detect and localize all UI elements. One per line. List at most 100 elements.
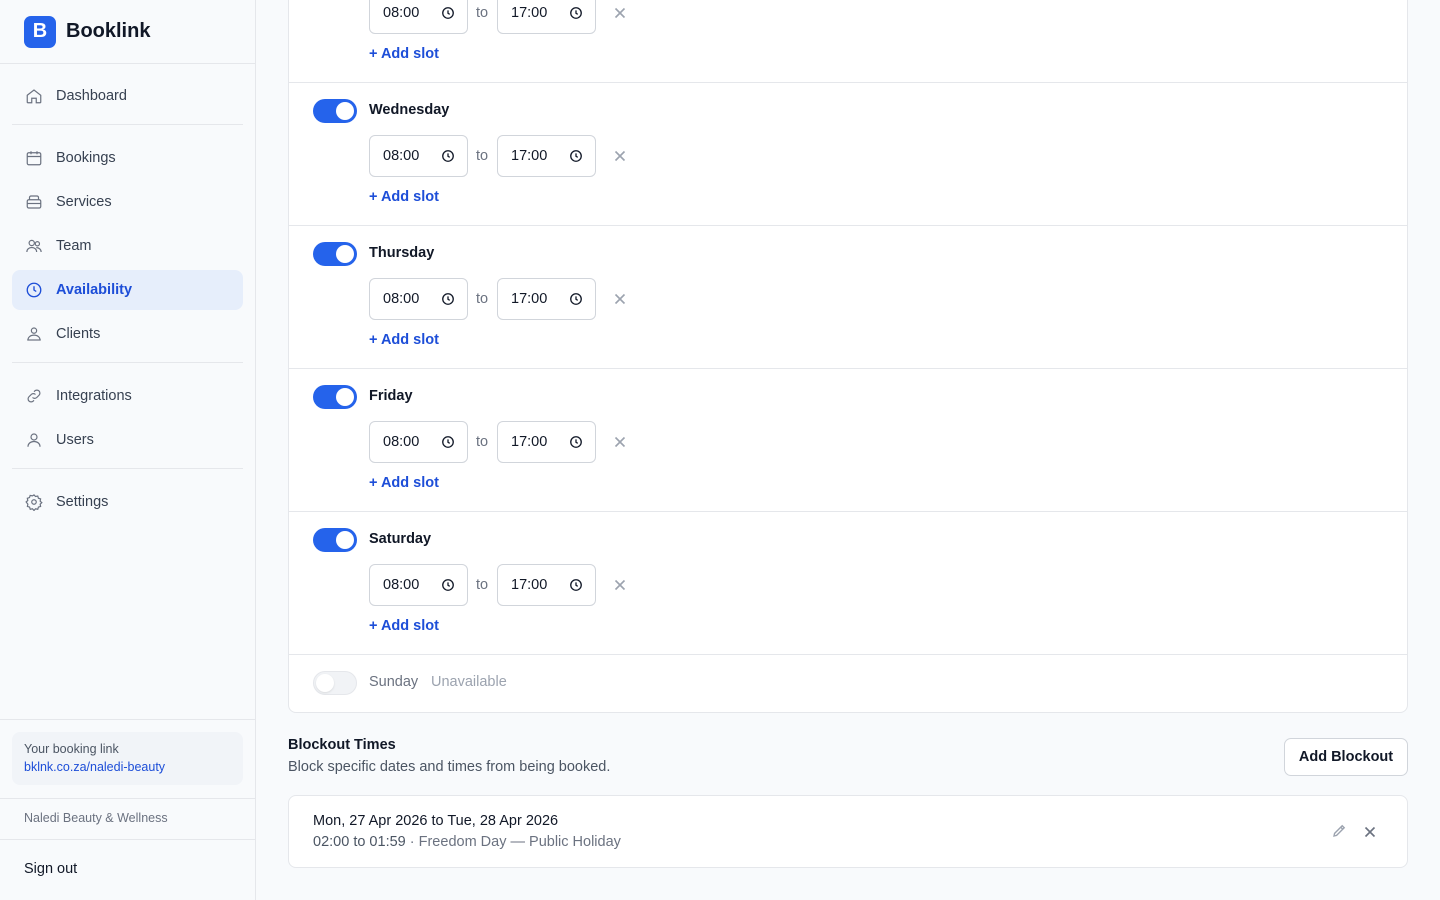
blockout-title: Blockout Times bbox=[288, 737, 396, 753]
link-icon bbox=[24, 386, 44, 406]
add-slot-button[interactable]: + Add slot bbox=[369, 475, 439, 491]
to-label: to bbox=[476, 434, 489, 450]
nav-divider bbox=[12, 362, 243, 363]
sidebar-item-label: Integrations bbox=[56, 388, 132, 404]
weekly-hours-card bbox=[288, 0, 1408, 713]
day-row-divider bbox=[289, 225, 1407, 226]
clock-icon bbox=[570, 150, 582, 162]
booking-link-url[interactable]: bklnk.co.za/naledi-beauty bbox=[24, 760, 231, 774]
sidebar-item-label: Settings bbox=[56, 494, 109, 510]
end-time-input[interactable]: 17:00 bbox=[497, 278, 596, 320]
day-label: Friday bbox=[369, 388, 413, 404]
day-toggle[interactable] bbox=[313, 385, 357, 409]
blockout-note: Freedom Day — Public Holiday bbox=[418, 834, 621, 850]
sidebar-divider bbox=[0, 719, 255, 720]
start-time-input[interactable]: 08:00 bbox=[369, 0, 468, 34]
delete-icon[interactable] bbox=[1362, 824, 1378, 840]
add-slot-button[interactable]: + Add slot bbox=[369, 189, 439, 205]
clients-icon bbox=[24, 324, 44, 344]
end-time-input[interactable]: 17:00 bbox=[497, 0, 596, 34]
blockout-details: 02:00 to 01:59 · Freedom Day — Public Ho… bbox=[313, 834, 621, 850]
org-name: Naledi Beauty & Wellness bbox=[24, 811, 168, 825]
end-time-input[interactable]: 17:00 bbox=[497, 135, 596, 177]
sidebar-item-users[interactable]: Users bbox=[12, 420, 243, 460]
sidebar-nav: Dashboard Bookings Services Team Availab… bbox=[0, 64, 255, 522]
end-time-value: 17:00 bbox=[511, 291, 548, 307]
team-icon bbox=[24, 236, 44, 256]
to-label: to bbox=[476, 148, 489, 164]
sign-out-link[interactable]: Sign out bbox=[24, 861, 77, 877]
booking-link-label: Your booking link bbox=[24, 742, 119, 756]
booking-link-box: Your booking link bklnk.co.za/naledi-bea… bbox=[12, 732, 243, 785]
brand-name[interactable]: Booklink bbox=[66, 20, 150, 43]
blockout-item: Mon, 27 Apr 2026 to Tue, 28 Apr 2026 02:… bbox=[288, 795, 1408, 868]
blockout-date-range: Mon, 27 Apr 2026 to Tue, 28 Apr 2026 bbox=[313, 813, 559, 829]
user-icon bbox=[24, 430, 44, 450]
calendar-icon bbox=[24, 148, 44, 168]
end-time-value: 17:00 bbox=[511, 577, 548, 593]
blockout-separator: · bbox=[405, 834, 419, 850]
clock-icon bbox=[570, 293, 582, 305]
day-row-divider bbox=[289, 82, 1407, 83]
add-blockout-button[interactable]: Add Blockout bbox=[1284, 738, 1408, 776]
clock-icon bbox=[442, 293, 454, 305]
start-time-input[interactable]: 08:00 bbox=[369, 278, 468, 320]
clock-icon bbox=[570, 436, 582, 448]
clock-icon bbox=[442, 436, 454, 448]
sidebar-item-label: Team bbox=[56, 238, 92, 254]
edit-icon[interactable] bbox=[1331, 823, 1347, 839]
start-time-input[interactable]: 08:00 bbox=[369, 421, 468, 463]
to-label: to bbox=[476, 291, 489, 307]
sidebar-item-clients[interactable]: Clients bbox=[12, 314, 243, 354]
sidebar-item-team[interactable]: Team bbox=[12, 226, 243, 266]
day-toggle[interactable] bbox=[313, 242, 357, 266]
remove-slot-icon[interactable] bbox=[612, 148, 628, 164]
sidebar-item-dashboard[interactable]: Dashboard bbox=[12, 76, 243, 116]
day-label: Saturday bbox=[369, 531, 432, 547]
start-time-input[interactable]: 08:00 bbox=[369, 564, 468, 606]
sidebar-item-label: Clients bbox=[56, 326, 101, 342]
end-time-input[interactable]: 17:00 bbox=[497, 564, 596, 606]
nav-divider bbox=[12, 124, 243, 125]
end-time-value: 17:00 bbox=[511, 148, 548, 164]
blockout-times: 02:00 to 01:59 bbox=[313, 834, 406, 850]
start-time-value: 08:00 bbox=[383, 148, 420, 164]
day-row-divider bbox=[289, 511, 1407, 512]
briefcase-icon bbox=[24, 192, 44, 212]
end-time-value: 17:00 bbox=[511, 434, 548, 450]
end-time-input[interactable]: 17:00 bbox=[497, 421, 596, 463]
sidebar-item-integrations[interactable]: Integrations bbox=[12, 376, 243, 416]
remove-slot-icon[interactable] bbox=[612, 577, 628, 593]
brand: B Booklink bbox=[0, 0, 255, 64]
add-slot-button[interactable]: + Add slot bbox=[369, 332, 439, 348]
day-toggle[interactable] bbox=[313, 671, 357, 695]
start-time-value: 08:00 bbox=[383, 291, 420, 307]
home-icon bbox=[24, 86, 44, 106]
sidebar-item-bookings[interactable]: Bookings bbox=[12, 138, 243, 178]
remove-slot-icon[interactable] bbox=[612, 434, 628, 450]
day-row-divider bbox=[289, 368, 1407, 369]
clock-icon bbox=[570, 579, 582, 591]
day-toggle[interactable] bbox=[313, 99, 357, 123]
sidebar-item-label: Bookings bbox=[56, 150, 116, 166]
sidebar-item-availability[interactable]: Availability bbox=[12, 270, 243, 310]
to-label: to bbox=[476, 5, 489, 21]
day-toggle[interactable] bbox=[313, 528, 357, 552]
clock-icon bbox=[24, 280, 44, 300]
add-slot-button[interactable]: + Add slot bbox=[369, 46, 439, 62]
remove-slot-icon[interactable] bbox=[612, 5, 628, 21]
sidebar-item-label: Services bbox=[56, 194, 112, 210]
sidebar: B Booklink Dashboard Bookings Services T… bbox=[0, 0, 256, 900]
unavailable-label: Unavailable bbox=[431, 674, 507, 690]
brand-logo[interactable]: B bbox=[24, 15, 56, 48]
sidebar-item-services[interactable]: Services bbox=[12, 182, 243, 222]
start-time-value: 08:00 bbox=[383, 5, 420, 21]
day-label: Sunday bbox=[369, 674, 419, 690]
start-time-input[interactable]: 08:00 bbox=[369, 135, 468, 177]
sidebar-divider bbox=[0, 839, 255, 840]
sidebar-item-settings[interactable]: Settings bbox=[12, 482, 243, 522]
remove-slot-icon[interactable] bbox=[612, 291, 628, 307]
day-label: Thursday bbox=[369, 245, 435, 261]
start-time-value: 08:00 bbox=[383, 577, 420, 593]
add-slot-button[interactable]: + Add slot bbox=[369, 618, 439, 634]
